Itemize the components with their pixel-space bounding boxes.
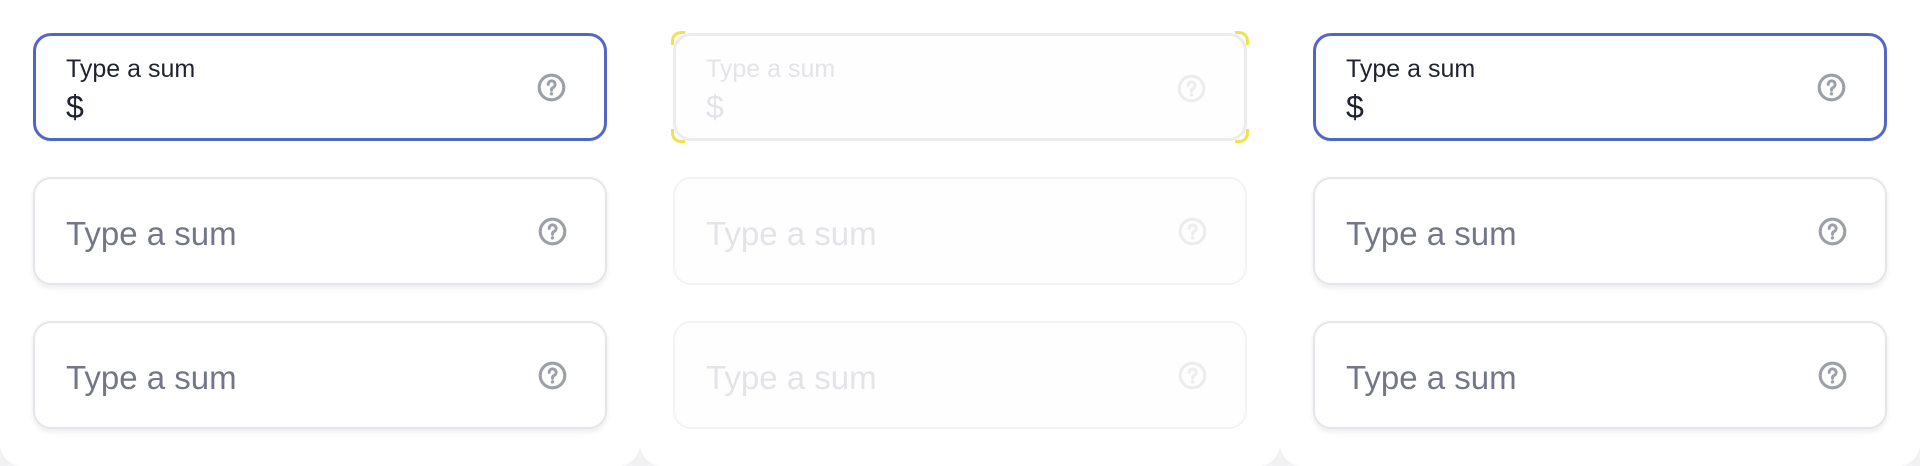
sum-input[interactable]: Type a sum (33, 177, 607, 285)
sum-input-disabled: Type a sum (673, 177, 1247, 285)
sum-input-focused[interactable]: Type a sum $ (33, 33, 607, 141)
input-column-2-disabled: Type a sum $ Type a sum Type a sum (640, 0, 1280, 466)
sum-input-label: Type a sum (1346, 55, 1476, 83)
question-circle-icon[interactable] (537, 216, 568, 247)
question-circle-icon (1176, 73, 1207, 104)
sum-input-placeholder: Type a sum (1346, 359, 1517, 396)
sum-input-value: $ (706, 89, 724, 125)
sum-input-label: Type a sum (706, 55, 836, 83)
question-circle-icon[interactable] (1817, 360, 1848, 391)
sum-input-disabled-focused: Type a sum $ (671, 31, 1249, 143)
focus-corner-marker (671, 31, 685, 45)
sum-input-label: Type a sum (66, 55, 196, 83)
focus-corner-marker (671, 129, 685, 143)
sum-input[interactable]: Type a sum (1313, 321, 1887, 429)
input-column-3: Type a sum $ Type a sum Type a sum (1280, 0, 1920, 466)
input-column-1: Type a sum $ Type a sum Type a sum (0, 0, 640, 466)
focus-corner-marker (1235, 31, 1249, 45)
question-circle-icon (1177, 216, 1208, 247)
question-circle-icon[interactable] (536, 72, 567, 103)
sum-input-placeholder: Type a sum (706, 359, 877, 396)
sum-input-placeholder: Type a sum (1346, 215, 1517, 252)
sum-input[interactable]: Type a sum (1313, 177, 1887, 285)
sum-input-disabled: Type a sum (673, 321, 1247, 429)
focus-corner-marker (1235, 129, 1249, 143)
sum-input-placeholder: Type a sum (706, 215, 877, 252)
sum-input-value[interactable]: $ (1346, 89, 1364, 126)
sum-input-focused[interactable]: Type a sum $ (1313, 33, 1887, 141)
question-circle-icon[interactable] (537, 360, 568, 391)
sum-input-value[interactable]: $ (66, 89, 84, 126)
sum-input[interactable]: Type a sum (33, 321, 607, 429)
question-circle-icon[interactable] (1816, 72, 1847, 103)
sum-input-placeholder: Type a sum (66, 215, 237, 252)
sum-input-placeholder: Type a sum (66, 359, 237, 396)
question-circle-icon[interactable] (1817, 216, 1848, 247)
question-circle-icon (1177, 360, 1208, 391)
